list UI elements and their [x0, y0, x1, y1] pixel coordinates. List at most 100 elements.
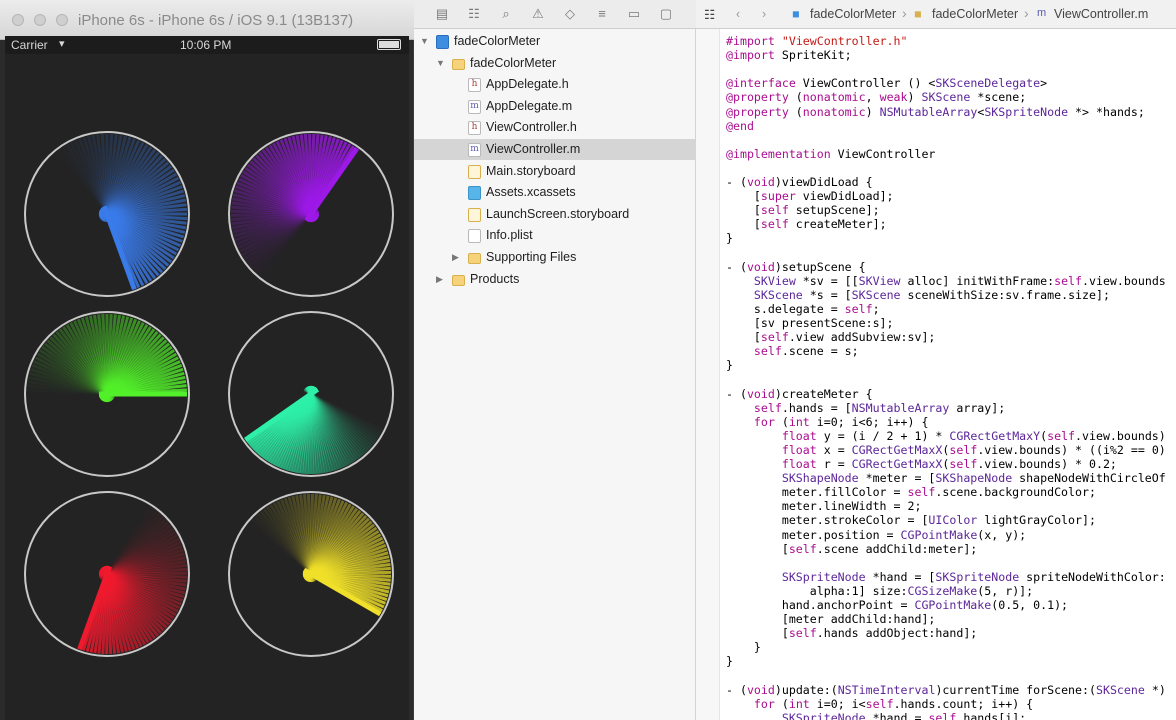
- code-line[interactable]: meter.position = CGPointMake(x, y);: [726, 528, 1026, 542]
- navigator-item[interactable]: m AppDelegate.m: [414, 96, 695, 117]
- code-line[interactable]: meter.fillColor = self.scene.backgroundC…: [726, 485, 1096, 499]
- code-line[interactable]: @import SpriteKit;: [726, 48, 852, 62]
- code-line[interactable]: }: [726, 654, 733, 668]
- navigator-item-label: Assets.xcassets: [486, 185, 576, 200]
- navigator-item[interactable]: ▼ fadeColorMeter: [414, 53, 695, 74]
- code-line[interactable]: meter.lineWidth = 2;: [726, 499, 922, 513]
- disclosure-closed-icon[interactable]: ▶: [436, 269, 448, 290]
- code-line[interactable]: }: [726, 358, 733, 372]
- project-navigator-icon[interactable]: ▤: [434, 6, 450, 22]
- navigator-item-label: fadeColorMeter: [454, 34, 541, 48]
- code-line[interactable]: }: [726, 640, 761, 654]
- test-navigator-icon[interactable]: ◇: [562, 6, 578, 22]
- code-line[interactable]: [self.scene addChild:meter];: [726, 542, 977, 556]
- navigator-item[interactable]: Main.storyboard: [414, 161, 695, 182]
- status-time: 10:06 PM: [180, 38, 232, 52]
- navigator-item-label: fadeColorMeter: [470, 55, 557, 70]
- code-line[interactable]: [self.hands addObject:hand];: [726, 626, 977, 640]
- carrier-label: Carrier: [11, 38, 48, 52]
- disclosure-open-icon[interactable]: ▼: [436, 53, 448, 74]
- simulator-titlebar: iPhone 6s - iPhone 6s / iOS 9.1 (13B137): [0, 0, 414, 40]
- disclosure-open-icon[interactable]: ▼: [420, 31, 432, 52]
- code-line[interactable]: float y = (i / 2 + 1) * CGRectGetMaxY(se…: [726, 429, 1166, 443]
- simulator-title: iPhone 6s - iPhone 6s / iOS 9.1 (13B137): [78, 12, 354, 29]
- code-line[interactable]: - (void)update:(NSTimeInterval)currentTi…: [726, 683, 1166, 697]
- code-line[interactable]: [self createMeter];: [726, 217, 887, 231]
- code-line[interactable]: }: [726, 231, 733, 245]
- code-line[interactable]: [self setupScene];: [726, 203, 880, 217]
- code-line[interactable]: #import "ViewController.h": [726, 34, 908, 48]
- navigator-item[interactable]: ▼ fadeColorMeter: [414, 31, 695, 52]
- navigator-item[interactable]: h ViewController.h: [414, 117, 695, 138]
- code-line[interactable]: [self.view addSubview:sv];: [726, 330, 936, 344]
- source-editor[interactable]: #import "ViewController.h" @import Sprite…: [696, 29, 1176, 720]
- code-line[interactable]: SKView *sv = [[SKView alloc] initWithFra…: [726, 274, 1166, 288]
- navigator-item[interactable]: Info.plist: [414, 225, 695, 246]
- navigator-item[interactable]: ▶ Supporting Files: [414, 247, 695, 268]
- code-line[interactable]: [sv presentScene:s];: [726, 316, 894, 330]
- symbol-navigator-icon[interactable]: ☷: [466, 6, 482, 22]
- related-items-icon[interactable]: ☷: [704, 7, 715, 22]
- code-line[interactable]: - (void)viewDidLoad {: [726, 175, 873, 189]
- code-line[interactable]: for (int i=0; i<self.hands.count; i++) {: [726, 697, 1033, 711]
- forward-chevron-icon[interactable]: ›: [762, 7, 766, 21]
- breakpoint-navigator-icon[interactable]: ▭: [626, 6, 642, 22]
- project-icon: ■: [792, 7, 800, 21]
- code-line[interactable]: for (int i=0; i<6; i++) {: [726, 415, 929, 429]
- meters-scene: [24, 131, 394, 657]
- code-line[interactable]: @property (nonatomic) NSMutableArray<SKS…: [726, 105, 1145, 119]
- code-line[interactable]: SKSpriteNode *hand = self.hands[i];: [726, 711, 1026, 720]
- code-line[interactable]: [meter addChild:hand];: [726, 612, 936, 626]
- search-icon[interactable]: ⌕: [498, 6, 514, 22]
- project-navigator: ▼ fadeColorMeter ▼ fadeColorMeter h AppDelega…: [414, 29, 696, 720]
- folder-icon: [452, 58, 465, 70]
- minimize-window-button[interactable]: [34, 14, 46, 26]
- navigator-item[interactable]: ▶ Products: [414, 269, 695, 290]
- navigator-item[interactable]: LaunchScreen.storyboard: [414, 204, 695, 225]
- code-line[interactable]: @end: [726, 119, 754, 133]
- jump-bar-group[interactable]: fadeColorMeter: [932, 7, 1018, 21]
- issue-navigator-icon[interactable]: ⚠: [530, 6, 546, 22]
- code-line[interactable]: self.hands = [NSMutableArray array];: [726, 401, 1005, 415]
- report-navigator-icon[interactable]: ▢: [658, 6, 674, 22]
- plist-icon: [468, 229, 481, 244]
- folder-icon: [468, 253, 481, 264]
- code-line[interactable]: float r = CGRectGetMaxX(self.view.bounds…: [726, 457, 1117, 471]
- code-line[interactable]: SKSpriteNode *hand = [SKSpriteNode sprit…: [726, 570, 1166, 584]
- folder-icon: ■: [914, 7, 922, 21]
- navigator-item-label: AppDelegate.h: [486, 77, 569, 92]
- debug-navigator-icon[interactable]: ≡: [594, 6, 610, 22]
- close-window-button[interactable]: [12, 14, 24, 26]
- disclosure-closed-icon[interactable]: ▶: [452, 247, 464, 268]
- line-gutter: [696, 29, 720, 720]
- code-line[interactable]: - (void)createMeter {: [726, 387, 873, 401]
- code-line[interactable]: [super viewDidLoad];: [726, 189, 894, 203]
- navigator-item-label: AppDelegate.m: [486, 98, 573, 113]
- implementation-file-icon: m: [1037, 7, 1047, 19]
- code-line[interactable]: meter.strokeColor = [UIColor lightGrayCo…: [726, 513, 1096, 527]
- code-line[interactable]: float x = CGRectGetMaxX(self.view.bounds…: [726, 443, 1166, 457]
- code-line[interactable]: s.delegate = self;: [726, 302, 880, 316]
- back-chevron-icon[interactable]: ‹: [736, 7, 740, 21]
- code-line[interactable]: SKScene *s = [SKScene sceneWithSize:sv.f…: [726, 288, 1110, 302]
- code-line[interactable]: hand.anchorPoint = CGPointMake(0.5, 0.1)…: [726, 598, 1068, 612]
- implementation-file-icon: m: [468, 143, 481, 157]
- code-line[interactable]: @interface ViewController () <SKSceneDel…: [726, 76, 1047, 90]
- code-line[interactable]: alpha:1] size:CGSizeMake(5, r)];: [726, 584, 1033, 598]
- jump-bar-project[interactable]: fadeColorMeter: [810, 7, 896, 21]
- chevron-right-icon: ›: [1024, 5, 1029, 21]
- jump-bar-file[interactable]: ViewController.m: [1054, 7, 1148, 21]
- code-line[interactable]: @property (nonatomic, weak) SKScene *sce…: [726, 90, 1026, 104]
- navigator-item[interactable]: m ViewController.m: [414, 139, 695, 160]
- meter: [24, 311, 190, 477]
- code-line[interactable]: self.scene = s;: [726, 344, 859, 358]
- code-line[interactable]: SKShapeNode *meter = [SKShapeNode shapeN…: [726, 471, 1166, 485]
- navigator-item[interactable]: Assets.xcassets: [414, 182, 695, 203]
- code-line[interactable]: @implementation ViewController: [726, 147, 935, 161]
- zoom-window-button[interactable]: [56, 14, 68, 26]
- navigator-item[interactable]: h AppDelegate.h: [414, 74, 695, 95]
- header-file-icon: h: [468, 121, 481, 136]
- meter: [24, 491, 190, 657]
- code-line[interactable]: - (void)setupScene {: [726, 260, 866, 274]
- meter: [24, 131, 190, 297]
